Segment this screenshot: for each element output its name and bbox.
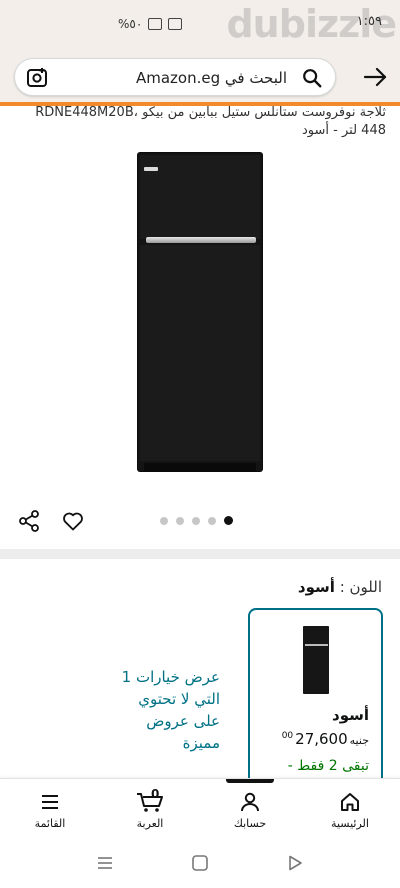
freezer-door — [140, 155, 260, 239]
menu-icon — [42, 795, 58, 809]
nav-account[interactable]: حسابك — [215, 791, 285, 830]
nav-menu[interactable]: القائمة — [15, 791, 85, 830]
price-whole: 27,600 — [295, 730, 348, 748]
pagination-dot[interactable] — [208, 516, 216, 525]
camera-lens-icon[interactable] — [25, 66, 49, 90]
battery-icon — [148, 18, 163, 30]
fridge-base — [144, 463, 256, 471]
heart-icon[interactable] — [61, 509, 85, 533]
home-button-icon[interactable] — [191, 854, 209, 872]
home-icon — [341, 793, 359, 811]
pagination-dot[interactable] — [192, 516, 200, 525]
search-input[interactable]: البحث في Amazon.eg — [14, 58, 336, 96]
active-tab-indicator — [226, 779, 274, 783]
status-icons: %٥٠ — [118, 14, 183, 34]
search-placeholder: البحث في Amazon.eg — [135, 69, 287, 87]
recent-apps-icon[interactable] — [96, 854, 114, 872]
variant-name: أسود — [332, 706, 369, 724]
pagination-dot-active[interactable] — [224, 516, 233, 525]
system-navigation-bar — [0, 838, 400, 888]
brand-logo — [144, 167, 158, 171]
battery-level: %٥٠ — [118, 17, 143, 31]
search-header: البحث في Amazon.eg — [0, 52, 400, 102]
image-pagination — [160, 516, 233, 525]
back-arrow-icon[interactable] — [362, 64, 388, 90]
door-handle — [146, 237, 256, 243]
search-icon[interactable] — [301, 67, 323, 89]
notification-icon — [168, 18, 183, 30]
cart-icon — [137, 793, 163, 812]
clock: ١:٥٩ — [356, 14, 382, 29]
fridge-door — [140, 245, 260, 461]
cart-count-badge: 0 — [151, 787, 160, 801]
product-title[interactable]: ثلاجة نوفروست ستانلس ستيل ببابين من بيكو… — [10, 104, 386, 140]
nav-account-label: حسابك — [233, 817, 267, 830]
pagination-dot[interactable] — [160, 516, 168, 525]
variant-card-black[interactable]: أسود جنيه 27,600 00 تبقى 2 فقط - — [248, 608, 383, 786]
nav-cart-label: العربة — [136, 817, 164, 830]
nav-home-label: الرئيسية — [331, 817, 369, 830]
color-label: اللون : أسود — [298, 578, 382, 596]
color-label-text: اللون : — [339, 578, 382, 596]
other-options-link[interactable]: عرض خيارات 1 التي لا تحتوي على عروض مميز… — [120, 666, 220, 754]
nav-cart[interactable]: العربة 0 — [115, 787, 185, 830]
bottom-navigation: الرئيسية حسابك العربة 0 القائمة — [0, 778, 400, 838]
status-bar: dubizzle %٥٠ ١:٥٩ — [0, 0, 400, 52]
product-image[interactable] — [138, 153, 262, 471]
stock-status: تبقى 2 فقط - — [287, 758, 369, 774]
currency: جنيه — [349, 734, 369, 747]
pagination-dot[interactable] — [176, 516, 184, 525]
price-fraction: 00 — [281, 731, 294, 741]
nav-home[interactable]: الرئيسية — [315, 791, 385, 830]
nav-menu-label: القائمة — [34, 817, 66, 830]
color-value: أسود — [297, 578, 335, 596]
account-icon — [241, 792, 259, 812]
variant-thumbnail — [303, 626, 329, 694]
share-icon[interactable] — [17, 509, 41, 533]
section-divider — [0, 549, 400, 559]
back-button-icon[interactable] — [286, 854, 304, 872]
variant-price: جنيه 27,600 00 — [282, 730, 369, 748]
